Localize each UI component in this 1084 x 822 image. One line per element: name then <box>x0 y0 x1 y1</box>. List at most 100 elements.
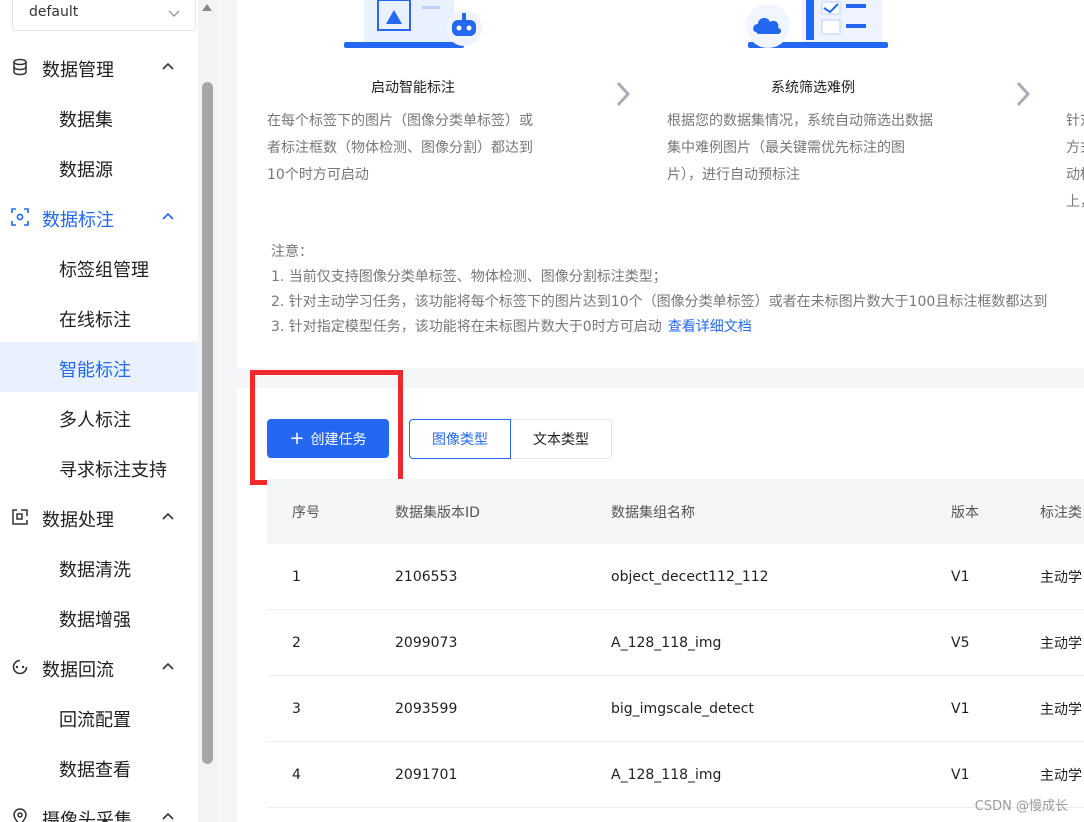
column-header-group-name: 数据集组名称 <box>611 504 695 521</box>
table-cell: A_128_118_img <box>611 766 722 783</box>
red-highlight-box <box>250 370 403 485</box>
chevron-up-icon <box>162 512 174 520</box>
sidebar-item-label: 标签组管理 <box>59 260 149 281</box>
sidebar-item-datasource[interactable]: 数据源 <box>0 142 198 192</box>
sidebar-group-camera-capture[interactable]: 摄像头采集 <box>0 792 198 822</box>
table-row: 3 2093599 big_imgscale_detect V1 主动学 <box>267 676 1084 742</box>
sidebar-group-data-annotation[interactable]: 数据标注 <box>0 192 198 242</box>
step-desc-line: 上， <box>1066 194 1084 210</box>
sidebar-item-dataset[interactable]: 数据集 <box>0 92 198 142</box>
step-title: 系统筛选难例 <box>771 80 855 96</box>
step-desc-line: 方式 <box>1066 140 1084 156</box>
sidebar-group-label: 摄像头采集 <box>42 810 132 822</box>
sidebar-group-data-processing[interactable]: 数据处理 <box>0 492 198 542</box>
annotate-icon <box>11 208 29 226</box>
chevron-down-icon <box>168 10 180 17</box>
sidebar-item-label-group-management[interactable]: 标签组管理 <box>0 242 198 292</box>
workspace-select-value: default <box>29 4 79 20</box>
notes-line: 2. 针对主动学习任务，该功能将每个标签下的图片达到10个（图像分类单标签）或者… <box>271 294 1048 310</box>
column-header-annotation-type: 标注类 <box>1040 504 1082 521</box>
chevron-up-icon <box>162 662 174 670</box>
sidebar-item-data-view[interactable]: 数据查看 <box>0 742 198 792</box>
step-title: 启动智能标注 <box>371 80 455 96</box>
chevron-right-icon <box>1016 81 1031 107</box>
sidebar-item-label: 数据集 <box>59 110 113 131</box>
sidebar-group-label: 数据处理 <box>42 510 114 531</box>
sidebar-item-label: 数据增强 <box>59 610 131 631</box>
sidebar-item-label: 多人标注 <box>59 410 131 431</box>
notes-title: 注意： <box>271 244 313 260</box>
sidebar-group-label: 数据标注 <box>42 210 114 231</box>
sidebar-item-label: 智能标注 <box>59 360 131 381</box>
table-cell: V1 <box>951 568 970 585</box>
step-desc-line: 针对 <box>1066 113 1084 129</box>
table-cell: 4 <box>292 766 301 783</box>
sidebar-item-data-cleaning[interactable]: 数据清洗 <box>0 542 198 592</box>
hard-example-illustration-icon <box>746 0 888 48</box>
table-cell: 2099073 <box>395 634 458 651</box>
workspace-select[interactable]: default <box>12 0 196 31</box>
sidebar-scrollbar-thumb[interactable] <box>202 82 213 764</box>
table-cell: 1 <box>292 568 301 585</box>
column-header-version-id: 数据集版本ID <box>395 504 480 521</box>
type-tab-group: 图像类型 文本类型 <box>409 419 612 459</box>
notes-line: 3. 针对指定模型任务，该功能将在未标图片数大于0时方可启动 查看详细文档 <box>271 315 1047 340</box>
smart-annotation-illustration-icon <box>344 0 482 48</box>
step-description: 根据您的数据集情况，系统自动筛选出数据 集中难例图片（最关键需优先标注的图 片）… <box>667 108 959 189</box>
table-header: 序号 数据集版本ID 数据集组名称 版本 标注类 <box>267 479 1084 544</box>
tab-image-type[interactable]: 图像类型 <box>409 419 511 459</box>
sidebar-item-multi-person-annotation[interactable]: 多人标注 <box>0 392 198 442</box>
step-description: 针对 方式 动标 上， <box>1066 108 1084 216</box>
sidebar-item-label: 寻求标注支持 <box>59 460 167 481</box>
tab-text-type[interactable]: 文本类型 <box>511 419 612 459</box>
table-cell: 2091701 <box>395 766 458 783</box>
table-cell: 主动学 <box>1040 635 1082 652</box>
column-header-index: 序号 <box>292 504 320 521</box>
step-desc-line: 10个时方可启动 <box>267 167 369 183</box>
scroll-up-arrow-icon[interactable] <box>202 4 212 11</box>
table-cell: 3 <box>292 700 301 717</box>
step-desc-line: 者标注框数（物体检测、图像分割）都达到 <box>267 140 533 156</box>
notes-line-text: 3. 针对指定模型任务，该功能将在未标图片数大于0时方可启动 <box>271 319 662 335</box>
table-cell: big_imgscale_detect <box>611 700 754 717</box>
content-gutter <box>217 0 237 822</box>
table-cell: V1 <box>951 766 970 783</box>
step-desc-line: 集中难例图片（最关键需优先标注的图 <box>667 140 905 156</box>
backflow-icon <box>12 659 28 675</box>
chevron-up-icon <box>162 62 174 70</box>
sidebar-item-data-augmentation[interactable]: 数据增强 <box>0 592 198 642</box>
location-pin-icon <box>13 808 27 822</box>
sidebar-group-label: 数据管理 <box>42 60 114 81</box>
chevron-up-icon <box>162 812 174 820</box>
table-cell: 2093599 <box>395 700 458 717</box>
step-desc-line: 片），进行自动预标注 <box>667 167 800 183</box>
step-desc-line: 动标 <box>1066 167 1084 183</box>
sidebar-item-smart-annotation[interactable]: 智能标注 <box>0 342 198 392</box>
notes-section: 注意： 1. 当前仅支持图像分类单标签、物体检测、图像分割标注类型； 2. 针对… <box>271 240 1047 340</box>
table-cell: V1 <box>951 700 970 717</box>
process-icon <box>12 509 28 525</box>
view-docs-link[interactable]: 查看详细文档 <box>668 319 752 335</box>
notes-line: 1. 当前仅支持图像分类单标签、物体检测、图像分割标注类型； <box>271 269 667 285</box>
sidebar-group-label: 数据回流 <box>42 660 114 681</box>
step-description: 在每个标签下的图片（图像分类单标签）或 者标注框数（物体检测、图像分割）都达到 … <box>267 108 559 189</box>
step-desc-line: 在每个标签下的图片（图像分类单标签）或 <box>267 113 533 129</box>
chevron-right-icon <box>616 81 631 107</box>
database-icon <box>13 58 27 76</box>
step-desc-line: 根据您的数据集情况，系统自动筛选出数据 <box>667 113 933 129</box>
table-cell: 主动学 <box>1040 701 1082 718</box>
column-header-version: 版本 <box>951 504 979 521</box>
sidebar-item-label: 数据源 <box>59 160 113 181</box>
sidebar-item-label: 数据查看 <box>59 760 131 781</box>
table-cell: 主动学 <box>1040 569 1082 586</box>
table-row: 1 2106553 object_decect112_112 V1 主动学 <box>267 544 1084 610</box>
sidebar-item-label: 在线标注 <box>59 310 131 331</box>
table-cell: object_decect112_112 <box>611 568 769 585</box>
sidebar-item-backflow-config[interactable]: 回流配置 <box>0 692 198 742</box>
sidebar-group-data-backflow[interactable]: 数据回流 <box>0 642 198 692</box>
sidebar-item-online-annotation[interactable]: 在线标注 <box>0 292 198 342</box>
sidebar-item-annotation-support[interactable]: 寻求标注支持 <box>0 442 198 492</box>
sidebar-group-data-management[interactable]: 数据管理 <box>0 42 198 92</box>
main-content: 启动智能标注 系统筛选难例 在每个标签下的图片（图像分类单标签）或 者标注框数（… <box>237 0 1084 822</box>
sidebar-item-label: 数据清洗 <box>59 560 131 581</box>
